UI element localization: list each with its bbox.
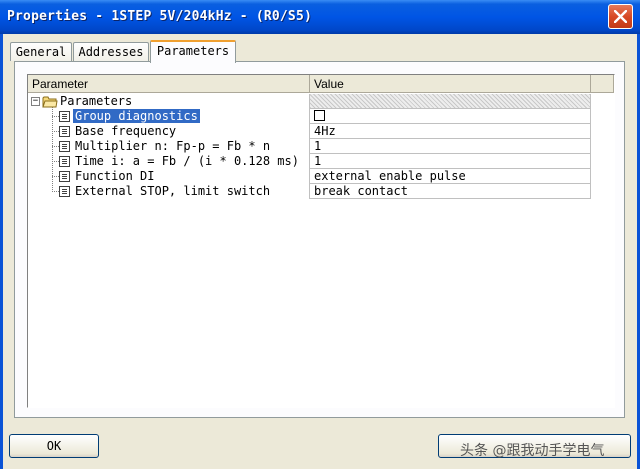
parameter-grid: Parameter Value − Parameters Group diagn…	[27, 74, 615, 408]
close-button[interactable]	[608, 4, 633, 29]
window-frame-left	[0, 34, 3, 469]
close-x-icon	[614, 10, 627, 23]
tree-branch	[52, 191, 59, 192]
table-row[interactable]: Function DI external enable pulse	[28, 169, 616, 184]
folder-icon	[42, 96, 58, 108]
tree-root-label: Parameters	[60, 94, 133, 108]
window-title: Properties - 1STEP 5V/204kHz - (R0/S5)	[7, 9, 313, 24]
parameter-name: External STOP, limit switch	[75, 184, 271, 198]
parameter-value[interactable]	[309, 109, 591, 124]
parameter-icon	[59, 171, 70, 182]
tree-branch	[52, 146, 59, 147]
selected-parameter-label[interactable]: Group diagnostics	[72, 108, 201, 124]
tree-branch	[52, 176, 59, 177]
parameter-value[interactable]: 1	[309, 139, 591, 154]
collapse-icon[interactable]: −	[31, 97, 40, 106]
tab-general[interactable]: General	[10, 42, 72, 61]
tab-addresses[interactable]: Addresses	[73, 42, 149, 61]
tree-branch	[52, 131, 59, 132]
table-row[interactable]: External STOP, limit switch break contac…	[28, 184, 616, 199]
parameter-name: Base frequency	[75, 124, 177, 138]
tree-root-row[interactable]: − Parameters	[28, 94, 616, 109]
column-header-parameter[interactable]: Parameter	[28, 75, 310, 93]
table-row[interactable]: Multiplier n: Fp-p = Fb * n 1	[28, 139, 616, 154]
parameter-name[interactable]: Group diagnostics	[72, 108, 201, 124]
parameter-value[interactable]: external enable pulse	[309, 169, 591, 184]
parameter-value[interactable]: 1	[309, 154, 591, 169]
parameter-icon	[59, 156, 70, 167]
tree-branch	[52, 116, 59, 117]
column-header-filler	[591, 75, 614, 93]
table-row[interactable]: Base frequency 4Hz	[28, 124, 616, 139]
tab-parameters[interactable]: Parameters	[150, 40, 236, 63]
parameter-name: Time i: a = Fb / (i * 0.128 ms)	[75, 154, 299, 168]
ok-button[interactable]: OK	[9, 434, 99, 458]
parameter-icon	[59, 186, 70, 197]
tree-branch	[52, 161, 59, 162]
parameter-icon	[59, 126, 70, 137]
parameter-name: Function DI	[75, 169, 155, 183]
watermark: 头条 @跟我动手学电气	[460, 443, 605, 459]
table-row[interactable]: Time i: a = Fb / (i * 0.128 ms) 1	[28, 154, 616, 169]
parameter-value[interactable]: break contact	[309, 184, 591, 199]
parameter-value[interactable]: 4Hz	[309, 124, 591, 139]
table-row[interactable]: Group diagnostics	[28, 108, 616, 124]
parameter-icon	[59, 111, 70, 122]
parameter-icon	[59, 141, 70, 152]
column-header-value[interactable]: Value	[310, 75, 591, 93]
group-diagnostics-checkbox[interactable]	[314, 110, 325, 121]
parameter-name: Multiplier n: Fp-p = Fb * n	[75, 139, 271, 153]
tree-root-value	[309, 94, 591, 109]
title-bar[interactable]: Properties - 1STEP 5V/204kHz - (R0/S5)	[0, 0, 640, 34]
